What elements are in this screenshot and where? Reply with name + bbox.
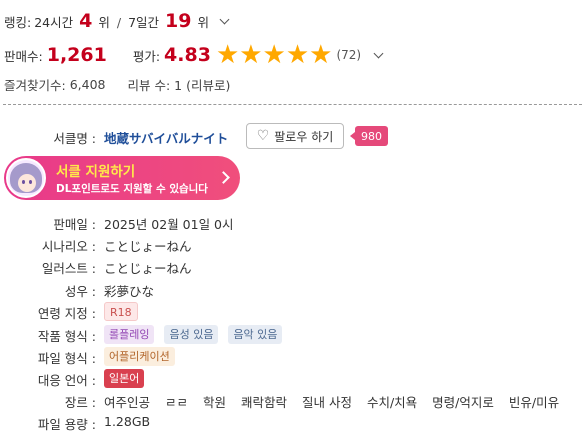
avatar xyxy=(6,158,46,198)
heart-icon: ♡ xyxy=(256,128,270,144)
follow-label: 팔로우 하기 xyxy=(274,129,334,144)
banner-subtitle: DL포인트로도 지원할 수 있습니다 xyxy=(56,183,208,195)
language-tag[interactable]: 일본어 xyxy=(104,369,145,388)
chevron-down-icon[interactable] xyxy=(219,14,230,25)
type-label: 작품 형식 : xyxy=(37,329,96,344)
type-tag-music[interactable]: 음악 있음 xyxy=(228,325,283,344)
format-label: 파일 형식 : xyxy=(37,351,96,366)
ranking-separator: / xyxy=(116,15,122,30)
size-label: 파일 용량 : xyxy=(37,417,96,432)
follow-button[interactable]: ♡ 팔로우 하기 xyxy=(246,123,344,149)
illust-row: 일러스트 : ことじょーねん xyxy=(0,258,585,278)
release-value[interactable]: 2025년 02월 01일 0시 xyxy=(104,214,234,233)
ranking-period-24h: 24시간 xyxy=(34,15,74,30)
release-label: 판매일 : xyxy=(53,217,96,232)
ranking-unit-2: 위 xyxy=(197,15,210,30)
divider xyxy=(3,104,582,105)
rating-label: 평가: xyxy=(132,48,161,64)
illust-label: 일러스트 : xyxy=(41,261,96,276)
genre-item[interactable]: 명령/억지로 xyxy=(432,395,494,410)
rating-stars-icon: ★★★★★ xyxy=(215,40,333,70)
size-row: 파일 용량 : 1.28GB xyxy=(0,414,585,434)
ranking-7d-value: 19 xyxy=(165,10,192,32)
scenario-value[interactable]: ことじょーねん xyxy=(104,236,192,255)
age-row: 연령 지정 : R18 xyxy=(0,302,585,322)
genre-item[interactable]: 여주인공 xyxy=(104,395,150,410)
sales-row: 판매수: 1,261 평가: 4.83 ★★★★★ (72) xyxy=(4,40,579,70)
genre-row: 장르 : 여주인공 ㄹㄹ 학원 쾌락함락 질내 사정 수치/치욕 명령/억지로 … xyxy=(0,392,585,412)
size-value: 1.28GB xyxy=(104,414,151,429)
review-count-link[interactable]: 리뷰 수: 1 (리뷰로) xyxy=(128,75,231,94)
scenario-label: 시나리오 : xyxy=(41,239,96,254)
language-row: 대응 언어 : 일본어 xyxy=(0,369,585,389)
voice-label: 성우 : xyxy=(64,284,96,299)
genre-item[interactable]: ㄹㄹ xyxy=(165,395,188,410)
favorites-row: 즐겨찾기수: 6,408 리뷰 수: 1 (리뷰로) xyxy=(4,74,579,94)
rating-value: 4.83 xyxy=(164,44,211,66)
maker-label: 서클명 : xyxy=(53,131,96,146)
genre-item[interactable]: 수치/치욕 xyxy=(367,395,417,410)
ranking-24h-value: 4 xyxy=(79,10,93,32)
type-tag-voice[interactable]: 음성 있음 xyxy=(164,325,219,344)
voice-value[interactable]: 彩夢ひな xyxy=(104,281,154,300)
age-label: 연령 지정 : xyxy=(37,306,96,321)
chevron-down-icon[interactable] xyxy=(373,48,384,58)
maker-name-link[interactable]: 地蔵サバイバルナイト xyxy=(104,128,228,147)
genre-item[interactable]: 질내 사정 xyxy=(302,395,352,410)
favorites-value: 6,408 xyxy=(69,76,106,92)
chevron-right-icon xyxy=(217,171,230,184)
ranking-label: 랭킹: xyxy=(4,15,32,30)
genre-label: 장르 : xyxy=(64,395,96,410)
banner-title: 서클 지원하기 xyxy=(56,164,136,180)
maker-row: 서클명 : 地蔵サバイバルナイト ♡ 팔로우 하기 980 xyxy=(0,123,585,149)
rating-count: (72) xyxy=(336,48,362,62)
type-row: 작품 형식 : 롤플레잉 음성 있음 음악 있음 xyxy=(0,325,585,345)
support-circle-banner[interactable]: 서클 지원하기 DL포인트로도 지원할 수 있습니다 xyxy=(4,156,240,200)
ranking-unit: 위 xyxy=(98,15,110,30)
illust-value[interactable]: ことじょーねん xyxy=(104,258,192,277)
release-row: 판매일 : 2025년 02월 01일 0시 xyxy=(0,214,585,234)
format-tag[interactable]: 어플리케이션 xyxy=(104,347,175,366)
format-row: 파일 형식 : 어플리케이션 xyxy=(0,347,585,367)
ranking-row: 랭킹: 24시간 4 위 / 7일간 19 위 xyxy=(4,10,579,40)
follow-count-badge: 980 xyxy=(350,126,388,146)
scenario-row: 시나리오 : ことじょーねん xyxy=(0,236,585,256)
sales-label: 판매수: xyxy=(4,48,43,64)
genre-item[interactable]: 학원 xyxy=(203,395,226,410)
type-tag-rpg[interactable]: 롤플레잉 xyxy=(104,325,155,344)
genre-item[interactable]: 쾌락함락 xyxy=(241,395,287,410)
genre-item[interactable]: 빈유/미유 xyxy=(509,395,559,410)
favorites-label: 즐겨찾기수: xyxy=(4,77,66,93)
ranking-period-7d: 7일간 xyxy=(128,15,160,30)
voice-row: 성우 : 彩夢ひな xyxy=(0,281,585,301)
age-rating-tag[interactable]: R18 xyxy=(104,302,138,321)
sales-value: 1,261 xyxy=(46,44,107,66)
language-label: 대응 언어 : xyxy=(37,373,96,388)
